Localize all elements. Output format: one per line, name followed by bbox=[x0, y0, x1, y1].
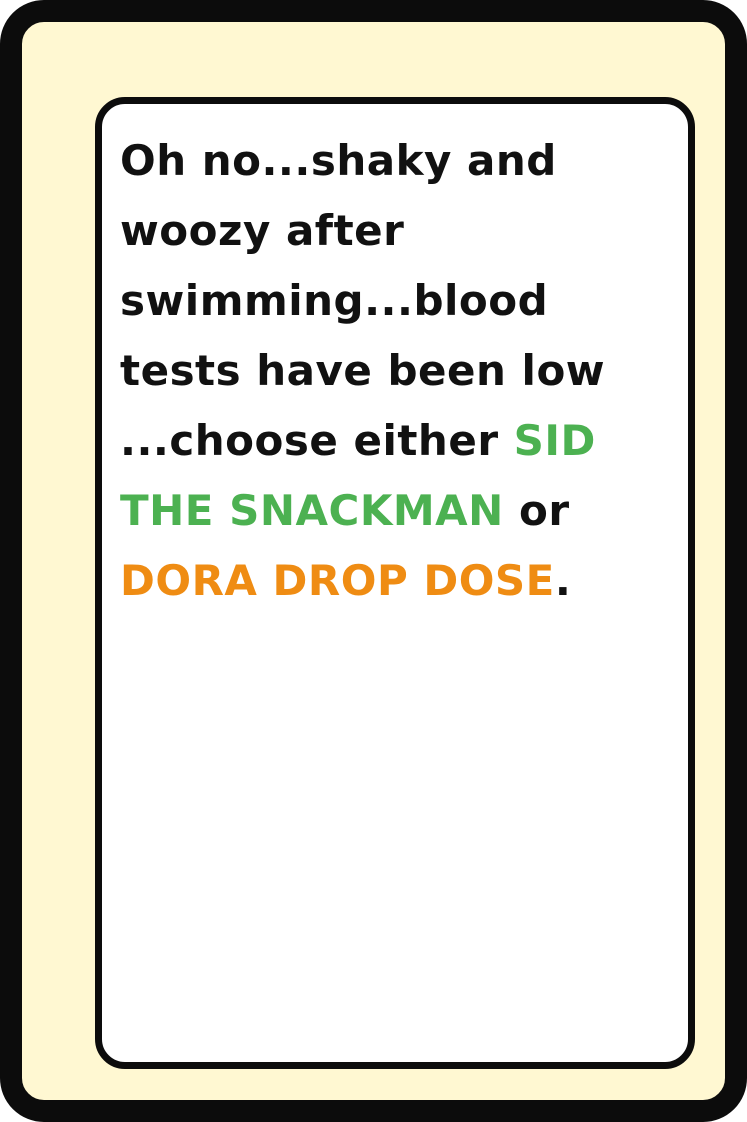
card-text-line: THE SNACKMAN or bbox=[120, 486, 570, 535]
text-segment: or bbox=[503, 486, 570, 535]
text-segment: tests have been low bbox=[120, 346, 606, 395]
option-dora-drop-dose: DORA DROP DOSE bbox=[120, 556, 555, 605]
option-sid-the-snackman: THE SNACKMAN bbox=[120, 486, 504, 535]
card-text-line: woozy after bbox=[120, 206, 404, 255]
card-text-line: tests have been low bbox=[120, 346, 605, 395]
text-segment: swimming...blood bbox=[120, 276, 549, 325]
text-segment: woozy after bbox=[120, 206, 405, 255]
card-text-line: DORA DROP DOSE. bbox=[120, 556, 571, 605]
text-segment: ...choose either bbox=[120, 416, 514, 465]
option-sid-the-snackman: SID bbox=[513, 416, 596, 465]
card-text-line: ...choose either SID bbox=[120, 416, 596, 465]
card-text-line: Oh no...shaky and bbox=[120, 136, 557, 185]
text-segment: . bbox=[554, 556, 572, 605]
text-segment: Oh no...shaky and bbox=[120, 136, 557, 185]
card-text: Oh no...shaky and woozy after swimming..… bbox=[120, 126, 620, 616]
card-text-line: swimming...blood bbox=[120, 276, 548, 325]
